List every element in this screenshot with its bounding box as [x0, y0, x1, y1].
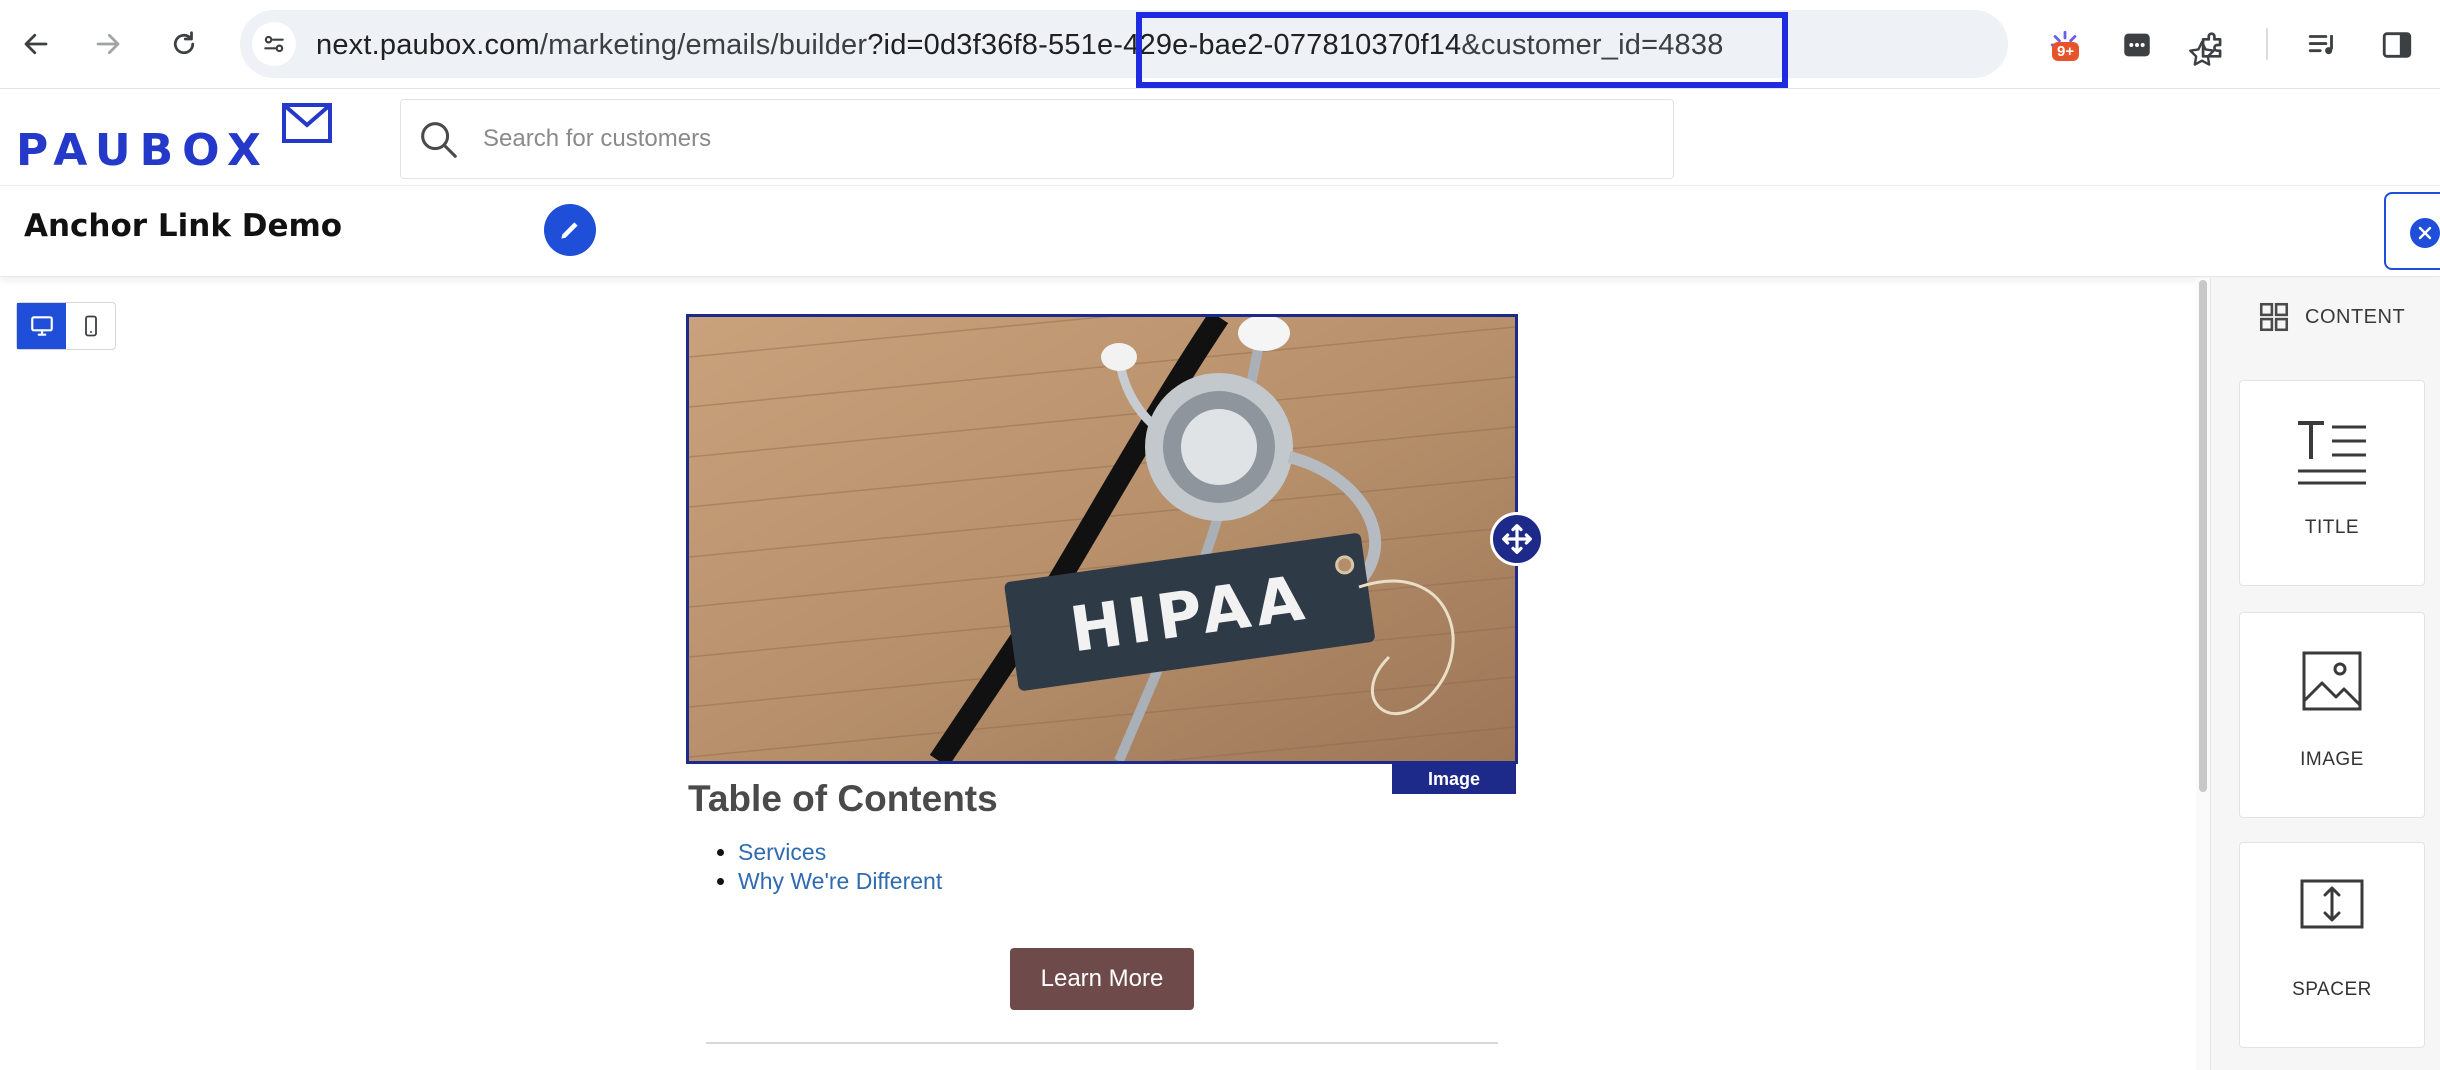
- extension-dots-button[interactable]: [2114, 22, 2160, 68]
- reload-icon: [173, 31, 195, 55]
- customer-search[interactable]: [400, 99, 1674, 179]
- url-path: /marketing/emails/builder: [539, 29, 868, 61]
- logo-envelope-icon: [282, 103, 332, 143]
- hipaa-stethoscope-image[interactable]: HIPAA: [686, 314, 1518, 764]
- spacer-tile-label: SPACER: [2292, 979, 2372, 1000]
- extensions-button[interactable]: [2190, 22, 2236, 68]
- title-block-tile[interactable]: TITLE: [2239, 380, 2425, 586]
- search-input[interactable]: [481, 118, 1635, 160]
- site-info-button[interactable]: [252, 22, 296, 66]
- back-button[interactable]: [14, 22, 58, 66]
- url-host: next.paubox.com: [316, 29, 540, 61]
- logo-text: PAUBOX: [16, 125, 270, 176]
- title-tile-label: TITLE: [2304, 517, 2360, 538]
- spacer-block-tile[interactable]: SPACER: [2239, 842, 2425, 1048]
- edit-title-button[interactable]: [544, 204, 596, 256]
- email-title: Anchor Link Demo: [24, 208, 343, 244]
- search-icon: [421, 122, 457, 158]
- toc-item: Why We're Different: [738, 867, 942, 896]
- back-arrow-icon: [24, 33, 48, 55]
- toc-list: Services Why We're Different: [690, 838, 942, 896]
- side-panel-button[interactable]: [2374, 22, 2420, 68]
- stethoscope-hipaa-photo: HIPAA: [689, 317, 1515, 761]
- forward-arrow-icon: [96, 33, 120, 55]
- tune-icon: [264, 35, 284, 53]
- toc-link-why-different[interactable]: Why We're Different: [738, 868, 942, 894]
- toolbar-separator: [2266, 28, 2268, 60]
- toc-item: Services: [738, 838, 942, 867]
- content-panel: CONTENT TITLE IMAGE SPACER: [2210, 278, 2440, 1070]
- divider-line: [706, 1042, 1498, 1044]
- browser-toolbar: next.paubox.com/marketing/emails/builder…: [0, 0, 2440, 89]
- move-arrows-icon: [1502, 524, 1532, 554]
- canvas-scrollbar[interactable]: [2196, 278, 2210, 1070]
- image-icon: [2302, 651, 2362, 711]
- more-box-icon: [2124, 33, 2150, 57]
- image-block-tile[interactable]: IMAGE: [2239, 612, 2425, 818]
- paubox-logo[interactable]: PAUBOX: [16, 101, 336, 176]
- forward-button[interactable]: [86, 22, 130, 66]
- scrollbar-thumb[interactable]: [2199, 280, 2207, 792]
- title-icon: [2298, 421, 2366, 485]
- content-panel-title: CONTENT: [2305, 305, 2406, 328]
- reload-button[interactable]: [162, 22, 206, 66]
- playlist-icon: [2308, 35, 2333, 55]
- close-builder-button[interactable]: [2384, 192, 2440, 270]
- media-controls-button[interactable]: [2300, 22, 2346, 68]
- side-panel-icon: [2382, 32, 2412, 58]
- move-block-handle[interactable]: [1490, 512, 1544, 566]
- content-panel-header: CONTENT: [2257, 300, 2405, 334]
- pencil-icon: [561, 222, 578, 239]
- toc-heading: Table of Contents: [688, 778, 998, 819]
- image-block-tag: Image: [1392, 764, 1516, 794]
- extension-badge: 9+: [2052, 42, 2080, 61]
- grid-icon: [2259, 302, 2289, 332]
- learn-more-button[interactable]: Learn More: [1010, 948, 1194, 1010]
- image-tile-label: IMAGE: [2300, 749, 2364, 770]
- toc-link-services[interactable]: Services: [738, 839, 826, 865]
- email-canvas: HIPAA Image Table of Contents Services W…: [0, 278, 2210, 1070]
- puzzle-icon: [2201, 32, 2222, 58]
- close-icon: [2410, 218, 2440, 248]
- app-header: PAUBOX: [0, 89, 2440, 186]
- spacer-icon: [2300, 879, 2364, 929]
- address-bar[interactable]: next.paubox.com/marketing/emails/builder…: [240, 10, 2215, 88]
- url-highlight-box: [1136, 12, 1788, 88]
- email-title-bar: Anchor Link Demo: [0, 186, 2440, 277]
